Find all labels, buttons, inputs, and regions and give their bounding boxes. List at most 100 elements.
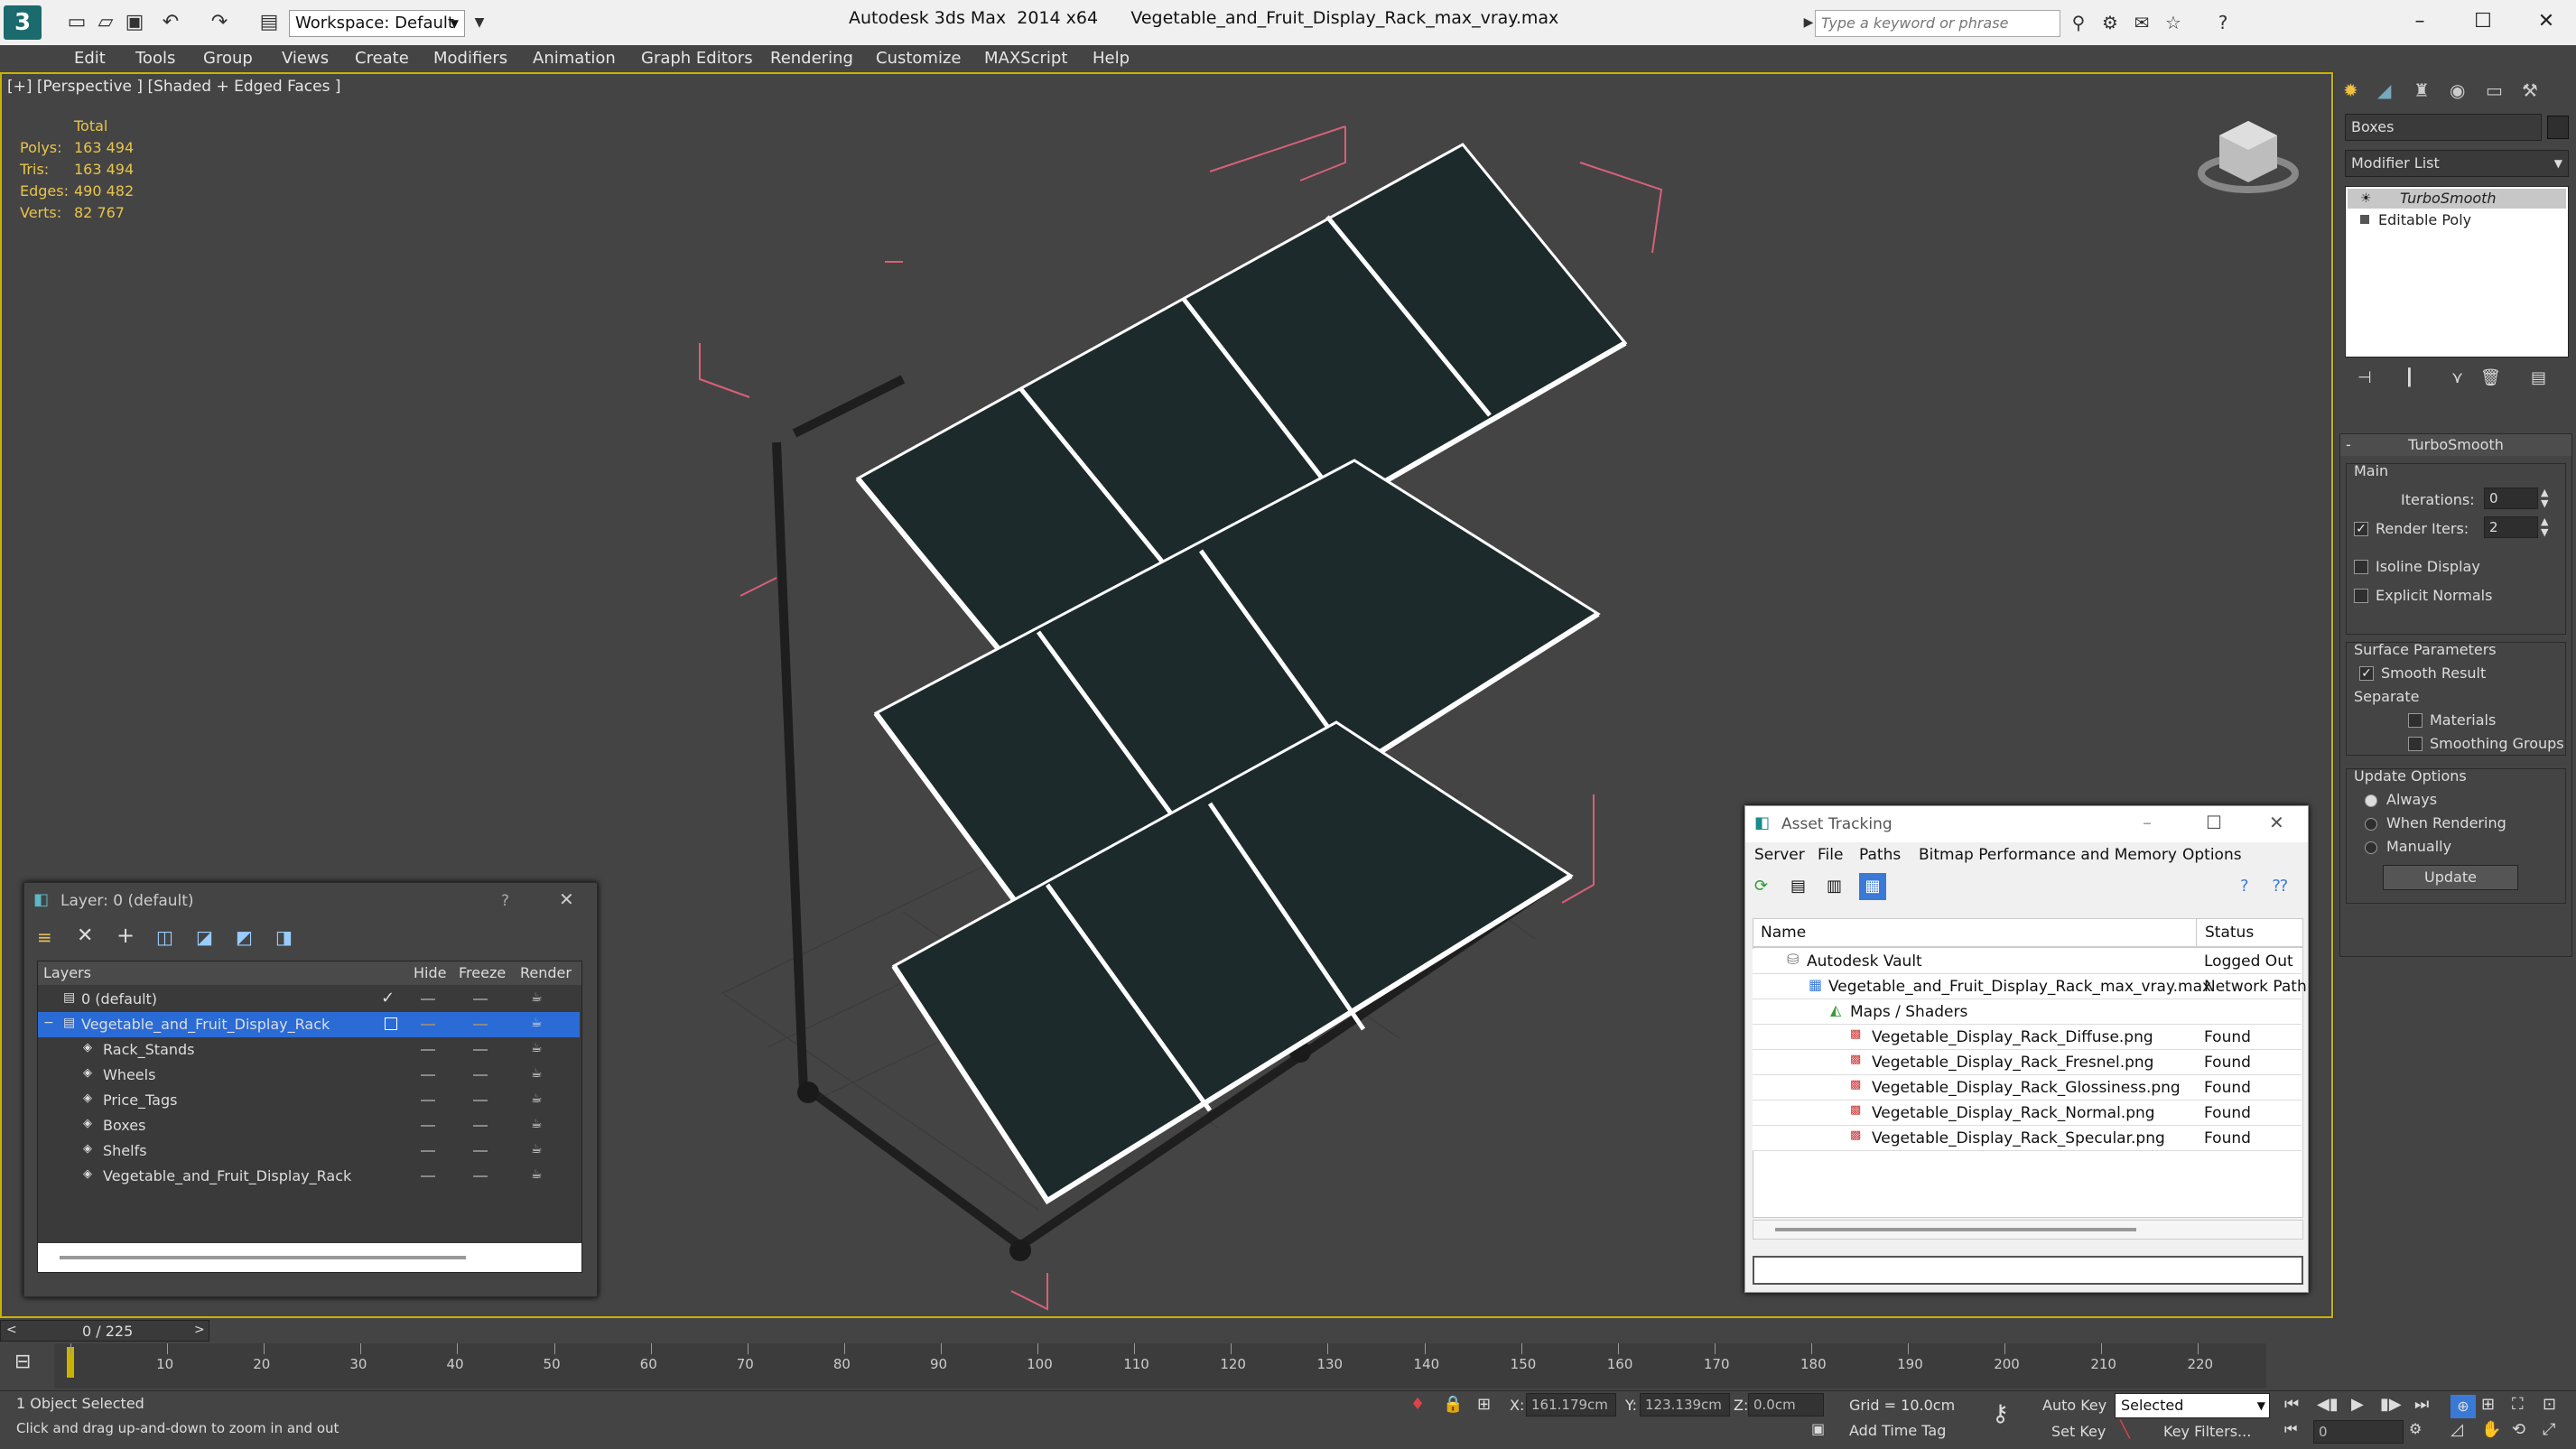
motion-tab-icon[interactable]: ◉ (2450, 79, 2465, 101)
asset-row[interactable]: ▩ Vegetable_Display_Rack_Specular.png Fo… (1753, 1126, 2302, 1151)
zoom-extents-all-icon[interactable]: ⊡ (2543, 1395, 2556, 1414)
smoothing-groups-checkbox[interactable] (2408, 737, 2423, 751)
column-layers[interactable]: Layers (43, 961, 91, 985)
layer-row-selected[interactable]: − ▤ Vegetable_and_Fruit_Display_Rack ☕ (38, 1012, 580, 1037)
set-current-box[interactable] (385, 1017, 397, 1030)
open-file-icon[interactable]: ▱ (94, 11, 117, 34)
key-filters-button[interactable]: Key Filters... (2163, 1420, 2270, 1444)
modifier-list-dropdown[interactable]: Modifier List ▼ (2345, 150, 2569, 177)
help-icon[interactable]: ? (2240, 877, 2249, 896)
favorites-icon[interactable]: ☆ (2162, 12, 2184, 33)
help-icon[interactable]: ? (2212, 12, 2234, 33)
app-logo-icon[interactable]: 3 (4, 5, 42, 40)
project-folder-icon[interactable]: ▤ (257, 11, 281, 34)
always-radio[interactable] (2365, 794, 2377, 807)
layer-row[interactable]: ◈ Boxes ☕ (38, 1113, 580, 1138)
when-rendering-radio[interactable] (2365, 818, 2377, 831)
render-teapot-icon[interactable]: ☕ (531, 1167, 543, 1182)
render-teapot-icon[interactable]: ☕ (531, 1142, 543, 1156)
selection-lock-icon[interactable]: 🔒 (1443, 1395, 1463, 1414)
previous-frame-icon[interactable]: ◀▮ (2317, 1395, 2339, 1414)
asset-row[interactable]: ◭ Maps / Shaders (1753, 999, 2302, 1025)
save-icon[interactable]: ▣ (123, 11, 146, 34)
update-button[interactable]: Update (2383, 865, 2518, 890)
manually-radio[interactable] (2365, 841, 2377, 854)
explicit-normals-checkbox[interactable] (2354, 589, 2368, 603)
render-iters-spinner[interactable]: 2 (2484, 516, 2538, 538)
menu-edit[interactable]: Edit (74, 49, 106, 68)
column-render[interactable]: Render (520, 961, 572, 985)
add-time-tag[interactable]: Add Time Tag (1849, 1422, 1946, 1439)
highlight-selected-icon[interactable]: ◪ (196, 926, 213, 948)
menu-paths[interactable]: Paths (1859, 846, 1901, 864)
set-key-button[interactable]: Set Key (2051, 1420, 2115, 1444)
object-name-field[interactable]: Boxes (2345, 114, 2542, 141)
close-icon[interactable]: ✕ (2269, 812, 2284, 833)
time-configuration-icon[interactable]: ⚙ (2409, 1420, 2422, 1437)
menu-help[interactable]: Help (1093, 49, 1130, 68)
isolate-selection-icon[interactable]: ♦ (1410, 1395, 1425, 1414)
column-hide[interactable]: Hide (414, 961, 446, 985)
display-tab-icon[interactable]: ▭ (2486, 79, 2503, 101)
viewcube-icon[interactable] (2194, 108, 2302, 208)
make-unique-icon[interactable]: ⋎ (2451, 368, 2463, 387)
hierarchy-tab-icon[interactable]: ♜ (2413, 79, 2430, 101)
layer-row[interactable]: ◈ Price_Tags ☕ (38, 1088, 580, 1113)
workspace-dropdown[interactable]: Workspace: Default ▼ (289, 10, 465, 37)
key-mode-dropdown[interactable]: Selected ▼ (2115, 1393, 2270, 1418)
column-name[interactable]: Name (1761, 924, 1806, 942)
create-tab-icon[interactable]: ✹ (2343, 79, 2358, 101)
show-end-result-icon[interactable]: ┃ (2404, 368, 2414, 387)
refresh-icon[interactable]: ⟳ (1754, 877, 1768, 896)
asset-row[interactable]: ▩ Vegetable_Display_Rack_Normal.png Foun… (1753, 1101, 2302, 1126)
render-teapot-icon[interactable]: ☕ (531, 1041, 543, 1055)
maximize-button[interactable]: ☐ (2465, 5, 2501, 38)
iterations-spinner[interactable]: 0 (2484, 488, 2538, 509)
detail-view-icon[interactable]: ▥ (1827, 877, 1842, 896)
current-layer-check-icon[interactable]: ✓ (381, 989, 395, 1008)
go-to-start-icon[interactable]: ⏮ (2284, 1395, 2299, 1414)
layer-row[interactable]: ◈ Shelfs ☕ (38, 1138, 580, 1164)
menu-file[interactable]: File (1818, 846, 1843, 864)
subscription-icon[interactable]: ⚙ (2099, 12, 2121, 33)
freeze-unfreeze-all-icon[interactable]: ◨ (275, 926, 293, 948)
utilities-tab-icon[interactable]: ⚒ (2522, 79, 2538, 101)
asset-row[interactable]: ▩ Vegetable_Display_Rack_Diffuse.png Fou… (1753, 1025, 2302, 1050)
smooth-result-checkbox[interactable]: ✓ (2359, 666, 2374, 681)
menu-options[interactable]: Options (2182, 846, 2242, 864)
y-coordinate-field[interactable]: 123.139cm (1640, 1393, 1730, 1416)
layer-dialog-header[interactable]: ◧ Layer: 0 (default) ? ✕ (24, 883, 597, 919)
z-coordinate-field[interactable]: 0.0cm (1748, 1393, 1824, 1416)
auto-key-button[interactable]: Auto Key (2042, 1393, 2115, 1418)
horizontal-scrollbar[interactable] (1753, 1220, 2303, 1240)
pan-icon[interactable]: ✋ (2481, 1420, 2501, 1439)
x-coordinate-field[interactable]: 161.179cm (1526, 1393, 1616, 1416)
stack-item-turbosmooth[interactable]: ☀ TurboSmooth (2348, 189, 2566, 209)
customize-toolbar-icon[interactable]: ▼ (468, 11, 491, 34)
help-button[interactable]: ? (501, 892, 509, 910)
list-view-icon[interactable]: ▤ (1790, 877, 1806, 896)
render-teapot-icon[interactable]: ☕ (531, 1016, 543, 1030)
key-mode-toggle-icon[interactable]: ⏮ (2284, 1420, 2297, 1438)
materials-checkbox[interactable] (2408, 713, 2423, 728)
key-icon[interactable]: ⚷ (1992, 1400, 2009, 1427)
layer-row[interactable]: ◈ Wheels ☕ (38, 1063, 580, 1088)
new-file-icon[interactable]: ▭ (65, 11, 88, 34)
context-help-icon[interactable]: ⁇ (2273, 877, 2288, 896)
select-objects-icon[interactable]: ◫ (156, 926, 173, 948)
hide-unhide-all-icon[interactable]: ◩ (236, 926, 253, 948)
zoom-all-icon[interactable]: ⊞ (2481, 1395, 2495, 1414)
menu-views[interactable]: Views (282, 49, 329, 68)
remove-modifier-icon[interactable]: 🗑 (2480, 368, 2501, 387)
absolute-mode-icon[interactable]: ⊞ (1477, 1395, 1491, 1414)
modify-tab-icon[interactable]: ◢ (2377, 79, 2391, 101)
prev-frame-arrow-icon[interactable]: < (6, 1323, 17, 1337)
menu-server[interactable]: Server (1754, 846, 1805, 864)
menu-group[interactable]: Group (203, 49, 253, 68)
stack-item-editable-poly[interactable]: Editable Poly (2348, 210, 2566, 230)
menu-animation[interactable]: Animation (533, 49, 616, 68)
play-icon[interactable]: ▶ (2351, 1395, 2364, 1414)
maximize-button[interactable]: ☐ (2206, 812, 2222, 833)
asset-dialog-header[interactable]: ◧ Asset Tracking – ☐ ✕ (1745, 806, 2308, 842)
horizontal-scrollbar[interactable] (38, 1243, 581, 1272)
